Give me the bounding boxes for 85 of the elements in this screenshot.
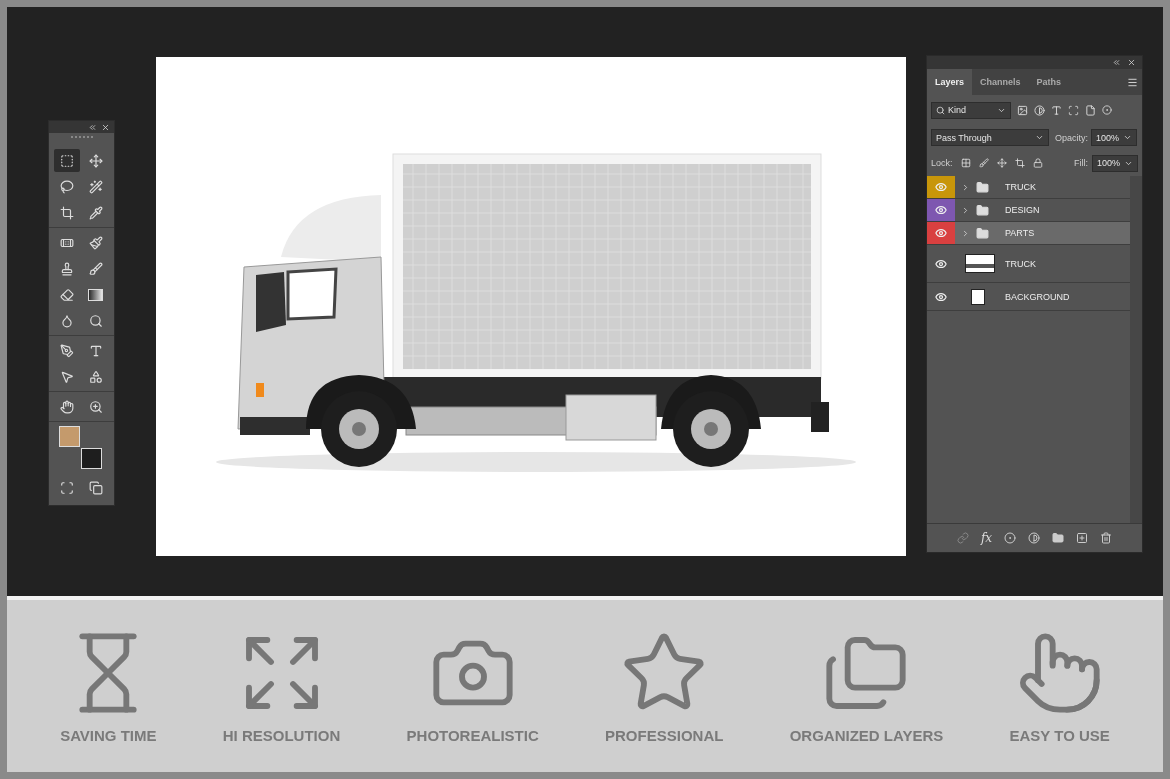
- folder-icon: [976, 180, 989, 194]
- lock-position-icon[interactable]: [996, 158, 1007, 168]
- pen-icon: [60, 343, 75, 358]
- lasso-icon: [60, 179, 75, 194]
- effects-button[interactable]: fx: [980, 531, 993, 545]
- close-icon[interactable]: [1127, 58, 1136, 67]
- type-filter-icon[interactable]: [1051, 104, 1062, 116]
- eye-icon[interactable]: [935, 257, 947, 270]
- type-icon: [88, 343, 103, 358]
- layer-row[interactable]: PARTS: [927, 222, 1130, 245]
- collapse-icon[interactable]: [1112, 58, 1121, 67]
- layer-row[interactable]: DESIGN: [927, 199, 1130, 222]
- caret-icon: [1123, 133, 1132, 142]
- lock-pixels-icon[interactable]: [960, 158, 971, 168]
- droplet-icon: [60, 313, 75, 328]
- collapse-icon[interactable]: [88, 122, 97, 132]
- visibility-cell[interactable]: [927, 176, 955, 198]
- menu-icon[interactable]: [1127, 76, 1138, 88]
- layer-name: DESIGN: [1005, 205, 1040, 215]
- feature-label: SAVING TIME: [60, 726, 157, 744]
- lock-artboard-icon[interactable]: [1014, 158, 1025, 168]
- fill-label: Fill:: [1074, 158, 1088, 168]
- magic-wand-icon: [88, 179, 103, 194]
- lock-label: Lock:: [931, 158, 953, 168]
- trash-icon[interactable]: [1100, 532, 1113, 544]
- opacity-label: Opacity:: [1055, 132, 1088, 143]
- search-icon: [936, 105, 945, 115]
- stamp-icon: [60, 261, 75, 276]
- layer-name: TRUCK: [1005, 258, 1036, 269]
- zoom-icon: [88, 399, 103, 414]
- visibility-cell[interactable]: [927, 199, 955, 221]
- panel-tab[interactable]: Layers: [927, 69, 973, 95]
- pointer-icon: [60, 369, 75, 384]
- layer-name: PARTS: [1005, 228, 1035, 238]
- color-swatch[interactable]: [81, 448, 102, 469]
- blend-mode-dropdown[interactable]: Pass Through: [931, 129, 1049, 146]
- screen-mode-icon: [88, 480, 103, 495]
- fill-field[interactable]: 100%: [1092, 154, 1138, 172]
- layer-name: BACKGROUND: [1005, 291, 1070, 302]
- quick-mask-icon: [60, 480, 75, 495]
- hand-icon: [60, 399, 75, 414]
- mask-icon[interactable]: [1004, 532, 1017, 544]
- close-icon[interactable]: [101, 122, 110, 132]
- crop-icon: [60, 205, 75, 220]
- gradient-icon: [88, 288, 104, 301]
- feature-label: PHOTOREALISTIC: [406, 726, 539, 744]
- panel-tab[interactable]: Paths: [1028, 69, 1070, 95]
- folder-icon: [976, 226, 989, 240]
- layer-name: TRUCK: [1005, 182, 1036, 192]
- color-swatch[interactable]: [59, 426, 80, 447]
- move-icon: [88, 153, 103, 168]
- feature-label: ORGANIZED LAYERS: [789, 726, 944, 744]
- eraser-icon: [60, 287, 75, 302]
- caret-icon: [1035, 133, 1044, 142]
- panel-tab[interactable]: Channels: [972, 69, 1029, 95]
- layer-thumbnail: [965, 254, 995, 273]
- new-layer-icon[interactable]: [1076, 532, 1089, 544]
- folder-icon[interactable]: [1052, 532, 1065, 544]
- brush-icon: [88, 261, 103, 276]
- opacity-field[interactable]: 100%: [1091, 129, 1137, 146]
- folder-icon: [976, 203, 989, 217]
- shapes-icon: [88, 369, 103, 384]
- layer-thumbnail: [971, 288, 985, 305]
- image-filter-icon[interactable]: [1017, 104, 1028, 116]
- filter-dropdown[interactable]: Kind: [931, 101, 1011, 119]
- feature-label: PROFESSIONAL: [605, 726, 724, 744]
- filter-toggle-icon[interactable]: [1102, 105, 1112, 115]
- adjustment-filter-icon[interactable]: [1034, 104, 1045, 116]
- magnifier-icon: [88, 313, 103, 328]
- smart-object-filter-icon[interactable]: [1085, 104, 1096, 116]
- lock-brush-icon[interactable]: [978, 158, 989, 168]
- feature-label: HI RESOLUTION: [222, 726, 341, 744]
- eye-icon[interactable]: [935, 290, 947, 303]
- eye-icon[interactable]: [935, 204, 947, 216]
- eye-icon[interactable]: [935, 227, 947, 239]
- visibility-cell[interactable]: [927, 222, 955, 244]
- adjustment-icon[interactable]: [1028, 532, 1041, 544]
- lock-icon[interactable]: [1032, 158, 1043, 168]
- layer-row[interactable]: TRUCK: [927, 176, 1130, 199]
- feature-label: EASY TO USE: [1009, 726, 1110, 744]
- marquee-icon: [60, 153, 75, 168]
- shape-filter-icon[interactable]: [1068, 104, 1079, 116]
- tool-button[interactable]: [54, 149, 81, 172]
- brush-icon: [88, 235, 103, 250]
- eyedropper-icon: [88, 205, 103, 220]
